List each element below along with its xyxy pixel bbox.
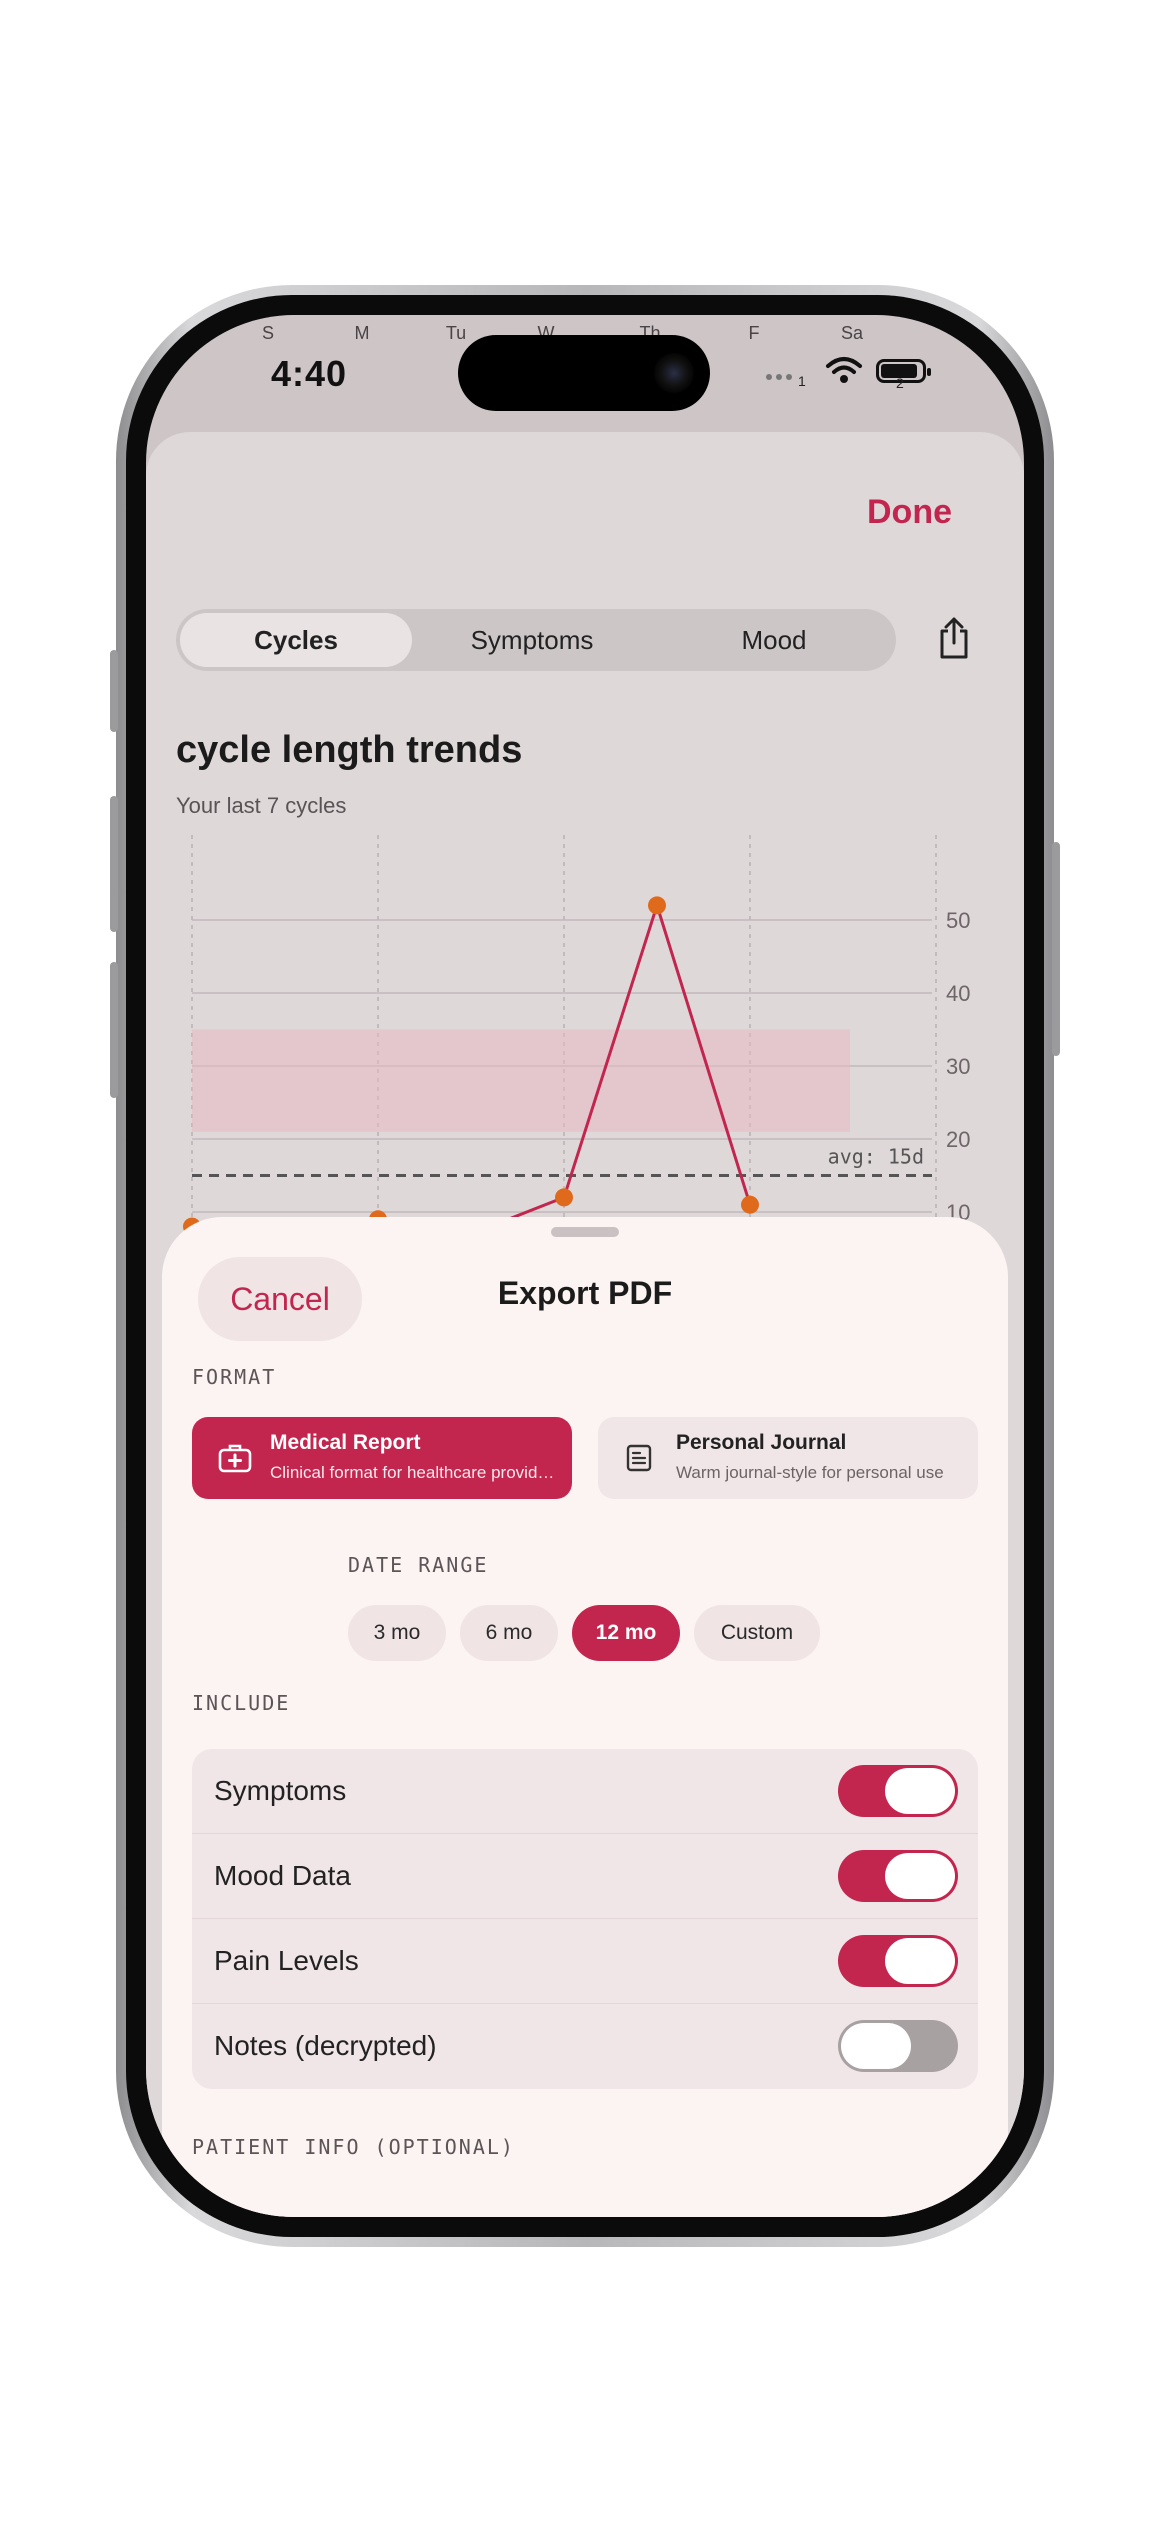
patient-info-section-label: PATIENT INFO (OPTIONAL): [192, 2135, 515, 2159]
data-point: [555, 1188, 573, 1207]
symptoms-toggle[interactable]: [838, 1765, 958, 1817]
tab-cycles[interactable]: Cycles: [180, 613, 412, 667]
dynamic-island: [458, 335, 710, 411]
medical-kit-icon: [218, 1444, 252, 1473]
weekday-label: Sa: [840, 323, 864, 343]
cycle-length-chart: 1020304050avg: 15d: [183, 835, 970, 1235]
tab-mood[interactable]: Mood: [656, 613, 892, 667]
include-row-label: Pain Levels: [214, 1945, 359, 1976]
sheet-title: Export PDF: [497, 1275, 673, 1311]
journal-icon: [626, 1444, 652, 1472]
include-options-group: Symptoms Mood Data Pain Levels Notes (de…: [192, 1749, 978, 2089]
format-option-personal-journal[interactable]: Personal Journal Warm journal-style for …: [598, 1417, 978, 1499]
weekday-label: S: [261, 323, 274, 343]
data-point: [648, 896, 666, 915]
format-title: Personal Journal: [676, 1431, 847, 1454]
range-chip-3mo[interactable]: 3 mo: [348, 1605, 446, 1661]
y-tick-label: 20: [946, 1127, 970, 1152]
weekday-label: F: [748, 323, 760, 343]
include-row-pain-levels: Pain Levels: [192, 1919, 978, 2004]
done-button[interactable]: Done: [867, 493, 952, 532]
cellular-signal-icon: [766, 367, 796, 385]
segmented-control: Cycles Symptoms Mood: [176, 609, 896, 671]
volume-up-button: [110, 796, 118, 932]
mood-data-toggle[interactable]: [838, 1850, 958, 1902]
sheet-grabber[interactable]: [551, 1227, 619, 1237]
format-description: Warm journal-style for personal use: [676, 1463, 944, 1482]
format-option-medical-report[interactable]: Medical Report Clinical format for healt…: [192, 1417, 572, 1499]
pain-levels-toggle[interactable]: [838, 1935, 958, 1987]
range-chip-custom[interactable]: Custom: [694, 1605, 820, 1661]
y-tick-label: 40: [946, 981, 970, 1006]
data-point: [741, 1195, 759, 1214]
power-button: [1052, 842, 1060, 1056]
chart-title: cycle length trends: [176, 729, 523, 771]
status-time: 4:40: [271, 353, 348, 394]
include-row-label: Notes (decrypted): [214, 2030, 437, 2061]
range-chip-6mo[interactable]: 6 mo: [460, 1605, 558, 1661]
toggle-knob: [885, 1938, 955, 1984]
date-range-section-label: DATE RANGE: [348, 1553, 489, 1577]
include-row-mood-data: Mood Data: [192, 1834, 978, 1919]
share-icon[interactable]: [936, 615, 972, 661]
signal-number: 1: [798, 373, 806, 389]
camera-icon: [654, 353, 694, 393]
include-row-label: Mood Data: [214, 1860, 351, 1891]
export-pdf-sheet: Cancel Export PDF FORMAT Medical Report …: [162, 1217, 1008, 2217]
y-tick-label: 50: [946, 908, 970, 933]
include-section-label: INCLUDE: [192, 1691, 291, 1715]
toggle-knob: [885, 1853, 955, 1899]
range-chip-12mo[interactable]: 12 mo: [572, 1605, 680, 1661]
include-row-notes: Notes (decrypted): [192, 2004, 978, 2089]
status-icons: 1 2: [766, 353, 946, 393]
toggle-knob: [841, 2023, 911, 2069]
battery-number: 2: [896, 375, 904, 391]
format-title: Medical Report: [270, 1431, 421, 1454]
notes-toggle[interactable]: [838, 2020, 958, 2072]
format-description: Clinical format for healthcare providers: [270, 1463, 560, 1482]
action-button: [110, 650, 118, 732]
weekday-label: M: [354, 323, 370, 343]
include-row-symptoms: Symptoms: [192, 1749, 978, 1834]
chart-subtitle: Your last 7 cycles: [176, 793, 347, 818]
weekday-label: Tu: [445, 323, 467, 343]
average-label: avg: 15d: [828, 1145, 924, 1169]
format-section-label: FORMAT: [192, 1365, 277, 1389]
include-row-label: Symptoms: [214, 1775, 347, 1806]
normal-range-band: [192, 1029, 850, 1132]
volume-down-button: [110, 962, 118, 1098]
wifi-icon: [826, 357, 862, 383]
y-tick-label: 30: [946, 1054, 970, 1079]
tab-symptoms[interactable]: Symptoms: [416, 613, 648, 667]
toggle-knob: [885, 1768, 955, 1814]
screen: S M Tu W Th F Sa 4:40 1 2 Done Cycles Sy…: [146, 315, 1024, 2217]
